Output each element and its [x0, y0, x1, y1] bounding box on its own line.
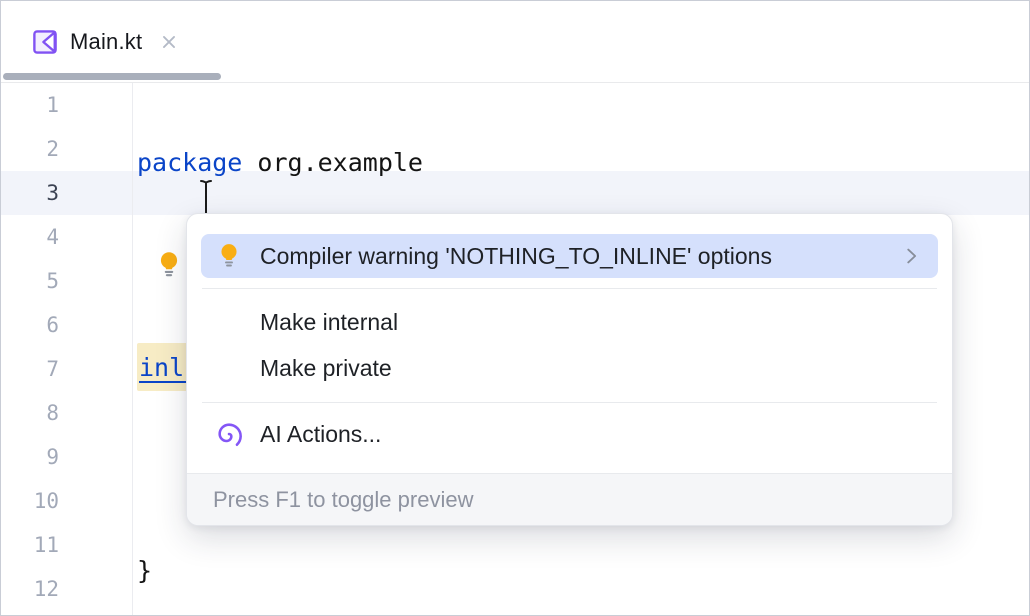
line-number: 1 — [1, 83, 59, 127]
lightbulb-icon — [215, 242, 243, 270]
line-number: 6 — [1, 303, 59, 347]
editor-gutter: 1 2 3 4 5 6 7 8 9 10 11 12 — [1, 83, 133, 615]
menu-item-label: Make private — [260, 355, 392, 382]
kotlin-file-icon — [32, 29, 58, 55]
menu-item-make-internal[interactable]: Make internal — [201, 299, 938, 345]
line-number: 11 — [1, 523, 59, 567]
code-line-5: } — [137, 549, 1029, 593]
menu-item-label: Make internal — [260, 309, 398, 336]
line-number: 4 — [1, 215, 59, 259]
ai-spiral-icon — [215, 420, 243, 448]
line-number: 5 — [1, 259, 59, 303]
code-line-1: package org.example — [137, 141, 1029, 185]
intention-menu-list: Compiler warning 'NOTHING_TO_INLINE' opt… — [187, 214, 952, 457]
popup-footer-hint: Press F1 to toggle preview — [187, 473, 952, 525]
tab-main-kt[interactable]: Main.kt — [1, 1, 202, 82]
closing-brace: } — [137, 549, 152, 593]
line-number: 7 — [1, 347, 59, 391]
tab-label: Main.kt — [70, 29, 142, 55]
intention-actions-popup: Compiler warning 'NOTHING_TO_INLINE' opt… — [186, 213, 953, 526]
editor-tab-bar: Main.kt — [1, 1, 1029, 83]
menu-item-make-private[interactable]: Make private — [201, 345, 938, 391]
active-tab-underline — [3, 73, 221, 80]
menu-item-compiler-warning-options[interactable]: Compiler warning 'NOTHING_TO_INLINE' opt… — [201, 234, 938, 278]
menu-separator — [202, 288, 937, 289]
menu-item-label: Compiler warning 'NOTHING_TO_INLINE' opt… — [260, 243, 772, 270]
menu-item-ai-actions[interactable]: AI Actions... — [201, 411, 938, 457]
package-name: org.example — [242, 141, 423, 185]
line-number: 8 — [1, 391, 59, 435]
ide-window: Main.kt 1 2 3 4 5 6 7 8 9 10 11 — [0, 0, 1030, 616]
line-number: 2 — [1, 127, 59, 171]
line-number: 10 — [1, 479, 59, 523]
line-number-active: 3 — [1, 171, 59, 215]
menu-separator — [202, 402, 937, 403]
menu-item-label: AI Actions... — [260, 421, 381, 448]
close-tab-icon[interactable] — [160, 33, 178, 51]
line-number: 12 — [1, 567, 59, 611]
line-number: 9 — [1, 435, 59, 479]
keyword-package: package — [137, 141, 242, 185]
footer-hint-text: Press F1 to toggle preview — [213, 487, 473, 513]
lightbulb-icon[interactable] — [155, 250, 183, 280]
submenu-chevron-icon — [900, 245, 922, 267]
